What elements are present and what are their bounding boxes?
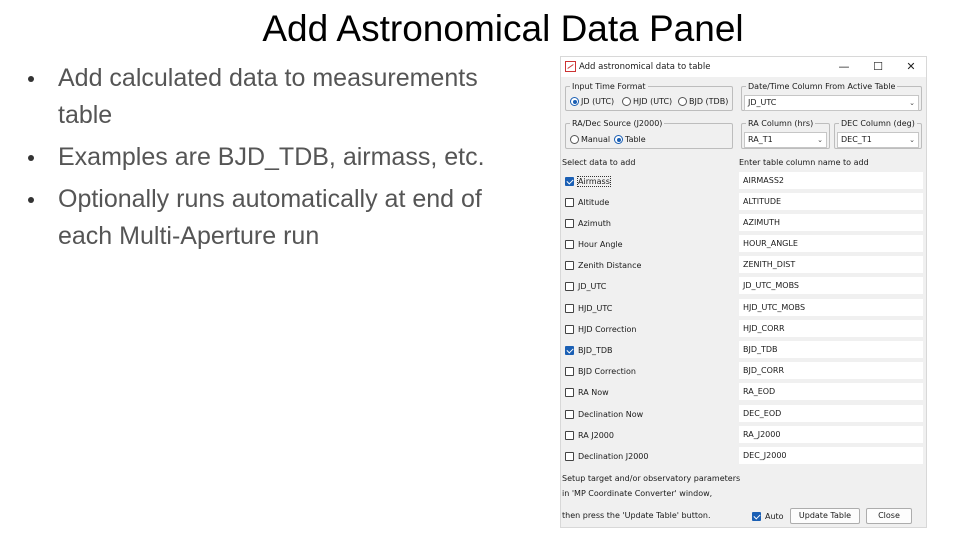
checkbox-altitude[interactable]: Altitude <box>565 195 609 209</box>
checkbox-airmass[interactable]: Airmass <box>565 174 611 188</box>
checkbox-declination-now[interactable]: Declination Now <box>565 407 643 421</box>
checkbox-hour-angle[interactable]: Hour Angle <box>565 237 623 251</box>
column-name-jd-utc[interactable]: JD_UTC_MOBS <box>739 277 923 294</box>
title-bar: Add astronomical data to table — ☐ ✕ <box>561 57 926 77</box>
checkbox-unchecked-icon <box>565 409 574 419</box>
checkbox-ra-now[interactable]: RA Now <box>565 385 609 399</box>
checkbox-unchecked-icon <box>565 260 574 270</box>
checkbox-hjd-utc[interactable]: HJD_UTC <box>565 301 612 315</box>
column-name-declination-now[interactable]: DEC_EOD <box>739 405 923 422</box>
checkbox-unchecked-icon <box>565 430 574 440</box>
checkbox-unchecked-icon <box>565 239 574 249</box>
checkbox-bjd-correction[interactable]: BJD Correction <box>565 364 636 378</box>
checkbox-hjd-correction[interactable]: HJD Correction <box>565 322 636 336</box>
column-name-ra-j2000[interactable]: RA_J2000 <box>739 426 923 443</box>
ra-column-legend: RA Column (hrs) <box>748 119 814 128</box>
dialog-title: Add astronomical data to table <box>579 62 711 72</box>
radio-hjd-utc[interactable]: HJD (UTC) <box>622 97 672 106</box>
checkbox-unchecked-icon <box>565 281 574 291</box>
column-name-declination-j2000[interactable]: DEC_J2000 <box>739 447 923 464</box>
update-table-button[interactable]: Update Table <box>790 508 860 524</box>
instructions-line-1: Setup target and/or observatory paramete… <box>562 474 741 483</box>
instructions-line-3: then press the 'Update Table' button. <box>562 511 711 520</box>
bullet-list: Add calculated data to measurements tabl… <box>26 60 526 260</box>
chevron-down-icon: ⌄ <box>909 99 915 107</box>
dec-column-select[interactable]: DEC_T1 ⌄ <box>837 132 919 148</box>
checkbox-checked-icon <box>752 511 761 521</box>
select-data-header: Select data to add <box>562 158 636 167</box>
checkbox-unchecked-icon <box>565 451 574 461</box>
column-name-zenith-distance[interactable]: ZENITH_DIST <box>739 256 923 273</box>
astronomical-data-dialog: Add astronomical data to table — ☐ ✕ Inp… <box>560 56 927 528</box>
checkbox-declination-j2000[interactable]: Declination J2000 <box>565 449 648 463</box>
minimize-button[interactable]: — <box>829 57 859 77</box>
datetime-column-select[interactable]: JD_UTC ⌄ <box>744 95 919 111</box>
bullet-dot-icon <box>28 76 34 82</box>
bullet-item: Examples are BJD_TDB, airmass, etc. <box>26 139 526 176</box>
checkbox-checked-icon <box>565 345 574 355</box>
bullet-item: Add calculated data to measurements tabl… <box>26 60 526 134</box>
ra-column-select[interactable]: RA_T1 ⌄ <box>744 132 827 148</box>
checkbox-azimuth[interactable]: Azimuth <box>565 216 611 230</box>
chevron-down-icon: ⌄ <box>817 136 823 144</box>
column-name-airmass[interactable]: AIRMASS2 <box>739 172 923 189</box>
checkbox-unchecked-icon <box>565 303 574 313</box>
column-name-azimuth[interactable]: AZIMUTH <box>739 214 923 231</box>
column-name-ra-now[interactable]: RA_EOD <box>739 383 923 400</box>
column-name-bjd-correction[interactable]: BJD_CORR <box>739 362 923 379</box>
column-name-hjd-utc[interactable]: HJD_UTC_MOBS <box>739 299 923 316</box>
checkbox-unchecked-icon <box>565 218 574 228</box>
column-name-altitude[interactable]: ALTITUDE <box>739 193 923 210</box>
slide-title: Add Astronomical Data Panel <box>262 8 744 49</box>
auto-checkbox[interactable]: Auto <box>752 509 784 523</box>
chevron-down-icon: ⌄ <box>909 136 915 144</box>
bullet-dot-icon <box>28 155 34 161</box>
checkbox-unchecked-icon <box>565 324 574 334</box>
column-name-hour-angle[interactable]: HOUR_ANGLE <box>739 235 923 252</box>
radio-manual[interactable]: Manual <box>570 135 610 144</box>
app-chart-icon <box>565 61 576 72</box>
radio-table[interactable]: Table <box>614 135 646 144</box>
radio-empty-icon <box>678 97 687 106</box>
radec-source-legend: RA/Dec Source (J2000) <box>572 119 663 128</box>
radio-jd-utc[interactable]: JD (UTC) <box>570 97 614 106</box>
radio-empty-icon <box>570 135 579 144</box>
bullet-item: Optionally runs automatically at end of … <box>26 181 526 255</box>
checkbox-ra-j2000[interactable]: RA J2000 <box>565 428 614 442</box>
checkbox-checked-icon <box>565 176 574 186</box>
column-name-bjd-tdb[interactable]: BJD_TDB <box>739 341 923 358</box>
instructions-line-2: in 'MP Coordinate Converter' window, <box>562 489 713 498</box>
radio-empty-icon <box>622 97 631 106</box>
radec-source-group: RA/Dec Source (J2000) <box>565 119 733 149</box>
input-time-format-legend: Input Time Format <box>572 82 646 91</box>
column-name-header: Enter table column name to add <box>739 158 869 167</box>
bullet-dot-icon <box>28 197 34 203</box>
checkbox-bjd-tdb[interactable]: BJD_TDB <box>565 343 613 357</box>
maximize-button[interactable]: ☐ <box>863 57 893 77</box>
checkbox-zenith-distance[interactable]: Zenith Distance <box>565 258 641 272</box>
close-button[interactable]: Close <box>866 508 912 524</box>
checkbox-jd-utc[interactable]: JD_UTC <box>565 279 606 293</box>
close-window-button[interactable]: ✕ <box>896 57 926 77</box>
radio-bjd-tdb[interactable]: BJD (TDB) <box>678 97 728 106</box>
column-name-hjd-correction[interactable]: HJD_CORR <box>739 320 923 337</box>
checkbox-unchecked-icon <box>565 366 574 376</box>
datetime-column-legend: Date/Time Column From Active Table <box>748 82 896 91</box>
checkbox-unchecked-icon <box>565 197 574 207</box>
radio-selected-icon <box>570 97 579 106</box>
dec-column-legend: DEC Column (deg) <box>841 119 915 128</box>
checkbox-unchecked-icon <box>565 387 574 397</box>
radio-selected-icon <box>614 135 623 144</box>
